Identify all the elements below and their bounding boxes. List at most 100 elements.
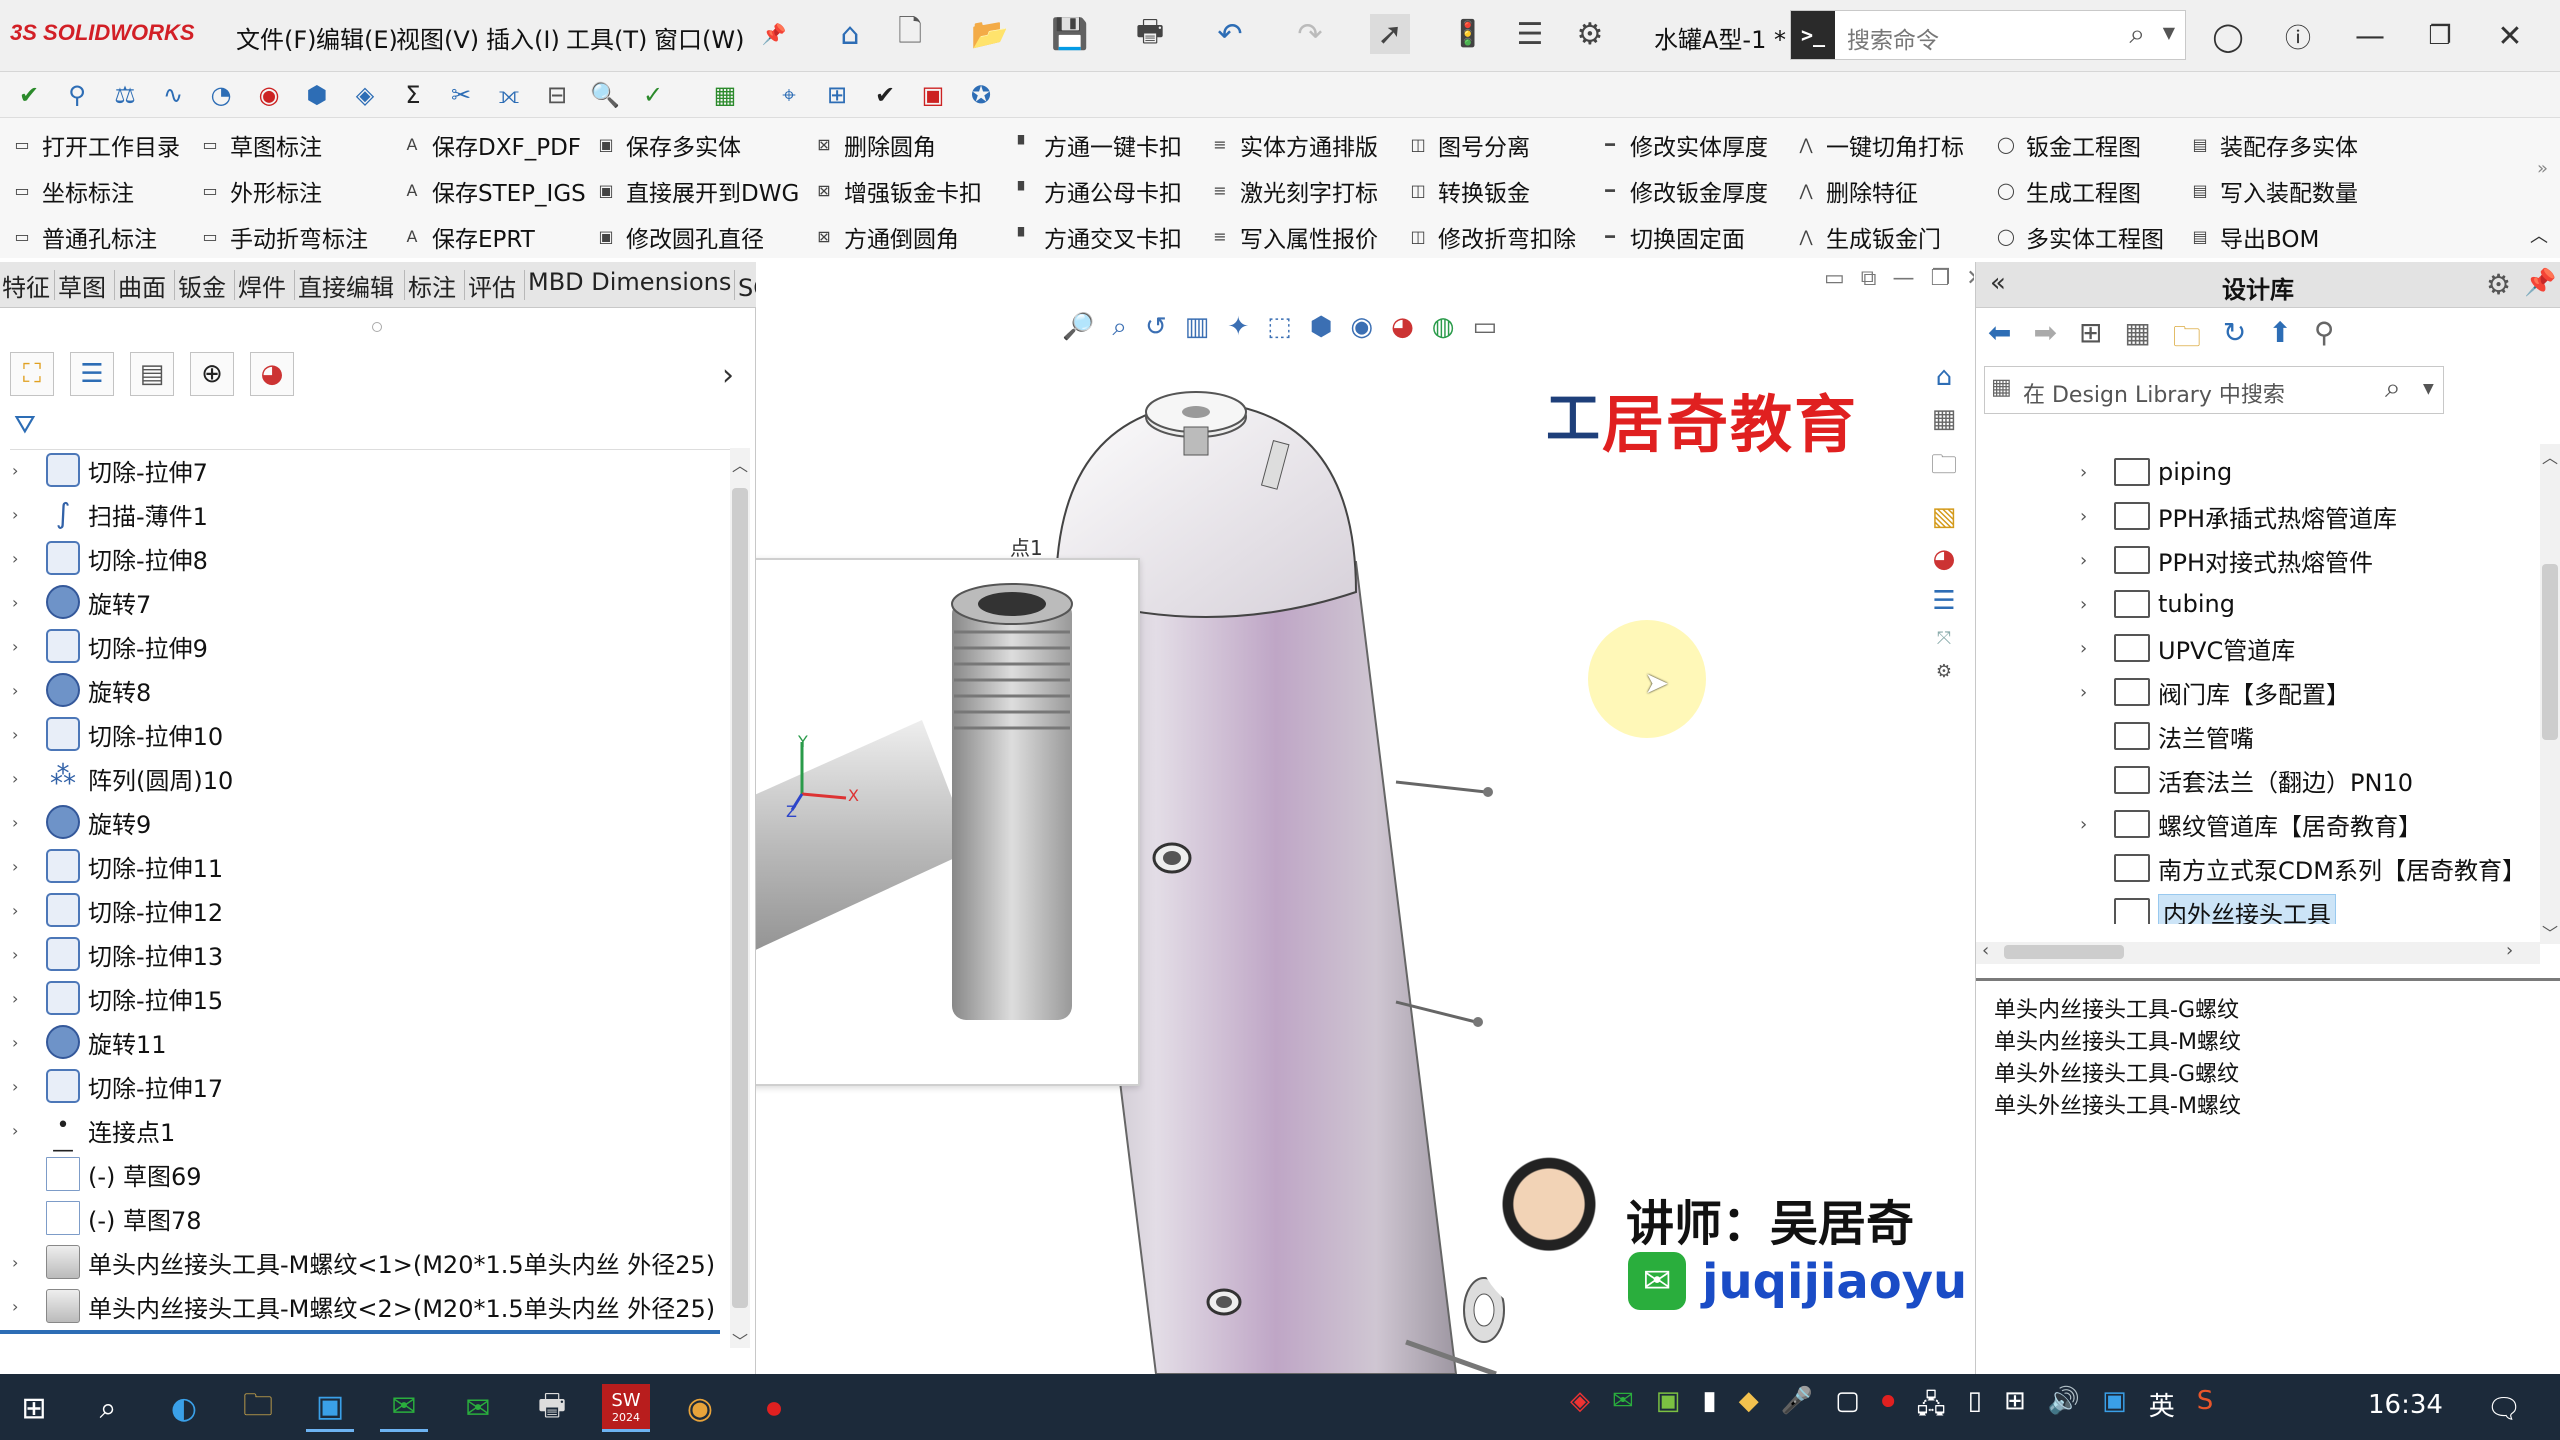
printer-icon[interactable]: 🖶	[528, 1384, 576, 1432]
xyz-icon[interactable]: ⌖	[770, 76, 808, 114]
appearances-icon[interactable]: ◕	[1933, 544, 1956, 574]
create-folder-icon[interactable]: 🗀	[2173, 316, 2201, 364]
search-icon[interactable]: ⌕	[2129, 17, 2145, 51]
plugin-button[interactable]: ≡ 写入属性报价	[1210, 220, 1378, 254]
expand-arrow-icon[interactable]: ›	[12, 1033, 32, 1052]
expand-arrow-icon[interactable]: ›	[12, 1077, 32, 1096]
view-palette-icon[interactable]: ▧	[1932, 502, 1957, 532]
expand-arrow-icon[interactable]: ›	[12, 593, 32, 612]
tab-1[interactable]: 草图	[58, 268, 106, 302]
plugin-button[interactable]: ▭ 打开工作目录	[12, 128, 180, 162]
tray-window-icon[interactable]: ▢	[1835, 1386, 1860, 1430]
library-folder[interactable]: 内外丝接头工具	[1976, 890, 2536, 924]
previous-view-icon[interactable]: ↺	[1145, 312, 1167, 343]
start-icon[interactable]: ⊞	[10, 1384, 58, 1432]
tray-phone-icon[interactable]: ▯	[1968, 1386, 1982, 1430]
menu-tools[interactable]: 工具(T)	[566, 20, 647, 55]
home-icon[interactable]: ⌂	[830, 14, 870, 54]
expand-arrow-icon[interactable]: ›	[12, 989, 32, 1008]
chevron-down-icon[interactable]: ▼	[2163, 23, 2175, 42]
file-properties-icon[interactable]: ☰	[1510, 14, 1550, 54]
options-gear-icon[interactable]: ⚙	[1570, 14, 1610, 54]
solidworks-logo[interactable]: 3S SOLIDWORKS	[10, 20, 195, 46]
app-blue-icon[interactable]: ▣	[306, 1384, 354, 1432]
tab-7[interactable]: 评估	[468, 268, 516, 302]
plugin-button[interactable]: ⋀ 删除特征	[1796, 174, 1918, 208]
library-folder[interactable]: › PPH对接式热熔管件	[1976, 538, 2536, 582]
tree-item[interactable]: › 切除-拉伸9	[0, 624, 720, 668]
pin-icon[interactable]: 📌	[754, 14, 794, 54]
tree-item[interactable]: › 切除-拉伸13	[0, 932, 720, 976]
plugin-button[interactable]: ⋀ 一键切角打标	[1796, 128, 1964, 162]
library-folder[interactable]: › UPVC管道库	[1976, 626, 2536, 670]
tree-item[interactable]: › 切除-拉伸15	[0, 976, 720, 1020]
mirror-icon[interactable]: ⟗	[490, 76, 528, 114]
pane-pin-icon[interactable]: 📌	[2524, 268, 2556, 298]
property-manager-icon[interactable]: ☰	[70, 352, 114, 396]
expand-arrow-icon[interactable]: ›	[12, 461, 32, 480]
library-folder[interactable]: 南方立式泵CDM系列【居奇教育】	[1976, 846, 2536, 890]
plugin-button[interactable]: ━ 修改实体厚度	[1600, 128, 1768, 162]
box-icon[interactable]: ⬢	[298, 76, 336, 114]
tray-nvidia-icon[interactable]: ▣	[1656, 1386, 1681, 1430]
clock-time[interactable]: 16:34	[2368, 1390, 2443, 1420]
custom-properties-icon[interactable]: ☰	[1932, 586, 1955, 616]
check-plus-icon[interactable]: ✓	[634, 76, 672, 114]
tree-item[interactable]: › •— 连接点1	[0, 1108, 720, 1163]
menu-file[interactable]: 文件(F)	[236, 20, 317, 55]
solidworks-resources-icon[interactable]: ⌂	[1936, 362, 1953, 392]
tree-item[interactable]: › 旋转8	[0, 668, 720, 712]
tree-item[interactable]: › 切除-拉伸12	[0, 888, 720, 932]
file-explorer-icon[interactable]: 🗀	[1931, 446, 1957, 490]
expand-arrow-icon[interactable]: ›	[12, 813, 32, 832]
library-folder[interactable]: › tubing	[1976, 582, 2536, 626]
tab-6[interactable]: 标注	[408, 268, 456, 302]
plugin-button[interactable]: ▭ 外形标注	[200, 174, 322, 208]
viewport-tile-icon[interactable]: ▭	[1824, 266, 1845, 310]
plugin-button[interactable]: ▣ 修改圆孔直径	[596, 220, 764, 254]
redo-icon[interactable]: ↷	[1290, 14, 1330, 54]
tree-item[interactable]: (-) 草图69	[0, 1152, 720, 1196]
plugin-button[interactable]: ━ 切换固定面	[1600, 220, 1745, 254]
plugin-button[interactable]: ≡ 实体方通排版	[1210, 128, 1378, 162]
viewport-minimize-icon[interactable]: —	[1893, 266, 1915, 310]
tray-mic-icon[interactable]: 🎤	[1781, 1386, 1813, 1430]
folder-expand-arrow-icon[interactable]: ›	[2080, 550, 2104, 571]
panel-expand-chevron-icon[interactable]: ›	[722, 358, 734, 393]
recorder-icon[interactable]: ⏺	[750, 1384, 798, 1432]
plugin-button[interactable]: ▘ 方通公母卡扣	[1014, 174, 1182, 208]
excel-export-icon[interactable]: ▦	[706, 76, 744, 114]
rebuild-traffic-light-icon[interactable]: 🚦	[1448, 14, 1488, 54]
tray-app-icon[interactable]: ◆	[1739, 1386, 1759, 1430]
cube-icon[interactable]: ◈	[346, 76, 384, 114]
tree-item[interactable]: › ⁂ 阵列(圆周)10	[0, 756, 720, 800]
sketch-point-label[interactable]: 点1	[1010, 532, 1043, 561]
tree-item[interactable]: › 切除-拉伸17	[0, 1064, 720, 1108]
menu-view[interactable]: 视图(V)	[396, 20, 479, 55]
expand-arrow-icon[interactable]: ›	[12, 681, 32, 700]
addin-icon[interactable]: ⚙	[1936, 661, 1952, 682]
plugin-button[interactable]: ⋀ 生成钣金门	[1796, 220, 1941, 254]
viewport-restore-icon[interactable]: ❐	[1931, 266, 1951, 310]
expand-arrow-icon[interactable]: ›	[12, 945, 32, 964]
tree-item[interactable]: › 单头内丝接头工具-M螺纹<2>(M20*1.5单头内丝 外径25)	[0, 1284, 720, 1328]
weld-icon[interactable]: ◉	[250, 76, 288, 114]
expand-right-icon[interactable]: »	[2537, 158, 2548, 179]
mass-properties-icon[interactable]: ⚖	[106, 76, 144, 114]
up-one-level-icon[interactable]: ⬆	[2268, 316, 2291, 364]
tray-grid-icon[interactable]: ⊞	[2004, 1386, 2026, 1430]
filter-icon[interactable]: ⛛	[14, 410, 36, 441]
sum-icon[interactable]: Σ	[394, 76, 432, 114]
add-file-location-icon[interactable]: ▦	[2124, 316, 2150, 364]
expand-arrow-icon[interactable]: ›	[12, 1253, 32, 1272]
plugin-button[interactable]: ◯ 生成工程图	[1996, 174, 2141, 208]
tree-item[interactable]: › 切除-拉伸8	[0, 536, 720, 580]
expand-arrow-icon[interactable]: ›	[12, 901, 32, 920]
plugin-button[interactable]: ⊠ 方通倒圆角	[814, 220, 959, 254]
measure-icon[interactable]: ⚲	[58, 76, 96, 114]
taskbar-search-icon[interactable]: ⌕	[84, 1384, 132, 1432]
expand-arrow-icon[interactable]: ›	[12, 549, 32, 568]
library-folder[interactable]: 活套法兰（翻边）PN10	[1976, 758, 2536, 802]
print-icon[interactable]: 🖶	[1130, 14, 1170, 54]
select-arrow-icon[interactable]: ➚	[1370, 14, 1410, 54]
